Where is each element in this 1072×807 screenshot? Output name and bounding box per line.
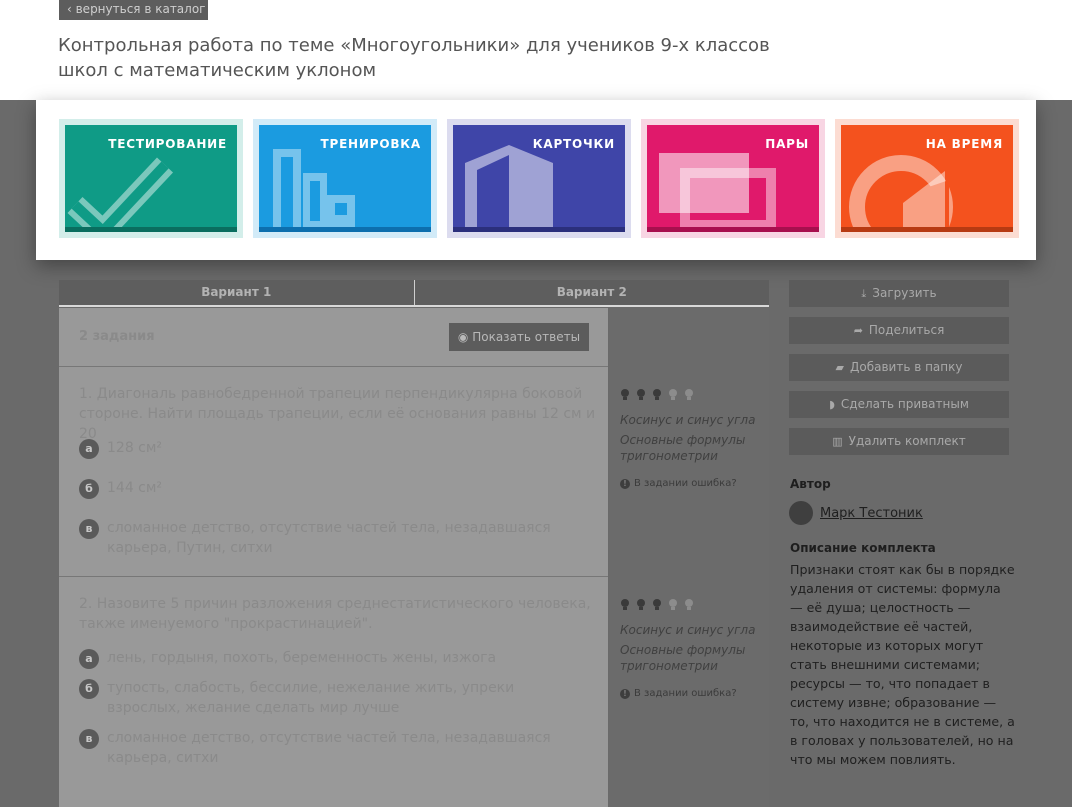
task-2-report-error-label: В задании ошибка? [634, 688, 737, 699]
shield-icon: ◗ [829, 398, 835, 411]
folder-icon: ▰ [835, 361, 844, 374]
task-1-report-error[interactable]: ! В задании ошибка? [620, 478, 737, 489]
task-1-answer-a-letter[interactable]: а [79, 439, 99, 459]
download-icon: ⤓ [861, 287, 867, 300]
eye-icon: ◉ [457, 330, 473, 344]
mode-testing-label: ТЕСТИРОВАНИЕ [108, 137, 227, 151]
trash-icon: ▥ [832, 435, 843, 448]
back-to-catalog-button[interactable]: ‹ вернуться в каталог [59, 0, 208, 20]
share-icon: ➦ [853, 324, 863, 337]
delete-set-label: Удалить комплект [848, 434, 966, 448]
task-1-report-error-label: В задании ошибка? [634, 478, 737, 489]
download-label: Загрузить [872, 286, 937, 300]
page-title: Контрольная работа по теме «Многоугольни… [58, 35, 770, 81]
task-1-topic-2[interactable]: Основные формулы тригонометрии [620, 432, 760, 464]
task-1-answer-a[interactable]: 128 см² [107, 438, 587, 458]
task-1-topic-1[interactable]: Косинус и синус угла [620, 412, 760, 428]
task-2-answer-b[interactable]: тупость, слабость, бессилие, нежелание ж… [107, 678, 587, 718]
tab-variant-2[interactable]: Вариант 2 [413, 280, 770, 305]
mode-testing-bar [65, 227, 237, 232]
task-2-topic-2[interactable]: Основные формулы тригонометрии [620, 642, 760, 674]
mode-training-label: ТРЕНИРОВКА [320, 137, 421, 151]
task-2-answer-a[interactable]: лень, гордыня, похоть, беременность жены… [107, 648, 587, 668]
tab-variant-1[interactable]: Вариант 1 [59, 280, 414, 305]
mode-training-bar [259, 227, 431, 232]
study-modes-panel: ТЕСТИРОВАНИЕ ТРЕНИРОВКА КАРТОЧКИ ПАРЫ НА… [36, 100, 1036, 260]
task-1-answer-c-letter[interactable]: в [79, 519, 99, 539]
mode-pairs-label: ПАРЫ [765, 137, 809, 151]
add-to-folder-button[interactable]: ▰ Добавить в папку [789, 354, 1009, 381]
divider [59, 576, 608, 577]
mode-testing[interactable]: ТЕСТИРОВАНИЕ [59, 119, 243, 238]
mode-cards[interactable]: КАРТОЧКИ [447, 119, 631, 238]
mode-cards-bar [453, 227, 625, 232]
mode-pairs[interactable]: ПАРЫ [641, 119, 825, 238]
tasks-count: 2 задания [79, 329, 155, 344]
description-heading: Описание комплекта [790, 541, 936, 555]
mode-training[interactable]: ТРЕНИРОВКА [253, 119, 437, 238]
task-meta-column: Косинус и синус угла Основные формулы тр… [609, 308, 769, 807]
info-icon: ! [620, 479, 630, 489]
task-2-answer-a-letter[interactable]: а [79, 649, 99, 669]
mode-pairs-bar [647, 227, 819, 232]
variant-tabs: Вариант 1 Вариант 2 [59, 280, 769, 307]
show-answers-label: Показать ответы [472, 330, 581, 344]
info-icon: ! [620, 689, 630, 699]
task-2-answer-b-letter[interactable]: б [79, 679, 99, 699]
task-2-report-error[interactable]: ! В задании ошибка? [620, 688, 737, 699]
share-button[interactable]: ➦ Поделиться [789, 317, 1009, 344]
task-1-answer-b[interactable]: 144 см² [107, 478, 587, 498]
difficulty-bulbs-icon [621, 389, 693, 400]
task-2-question: 2. Назовите 5 причин разложения среднест… [79, 596, 591, 632]
task-1-question: 1. Диагональ равнобедренной трапеции пер… [79, 386, 596, 442]
tasks-list: 2 задания ◉ Показать ответы 1. Диагональ… [59, 308, 608, 807]
show-answers-button[interactable]: ◉ Показать ответы [449, 323, 589, 351]
download-button[interactable]: ⤓ Загрузить [789, 280, 1009, 307]
avatar[interactable] [789, 501, 813, 525]
make-private-button[interactable]: ◗ Сделать приватным [789, 391, 1009, 418]
task-1-answer-b-letter[interactable]: б [79, 479, 99, 499]
difficulty-bulbs-icon [621, 599, 693, 610]
task-1-answer-c[interactable]: сломанное детство, отсутствие частей тел… [107, 518, 587, 558]
make-private-label: Сделать приватным [840, 397, 969, 411]
task-2-topic-1[interactable]: Косинус и синус угла [620, 622, 760, 638]
task-2-answer-c-letter[interactable]: в [79, 729, 99, 749]
author-name-link[interactable]: Марк Тестоник [820, 506, 923, 521]
author-heading: Автор [790, 477, 831, 491]
mode-timed[interactable]: НА ВРЕМЯ [835, 119, 1019, 238]
mode-cards-label: КАРТОЧКИ [532, 137, 615, 151]
delete-set-button[interactable]: ▥ Удалить комплект [789, 428, 1009, 455]
description-text: Признаки стоят как бы в порядке удаления… [790, 562, 1015, 767]
mode-timed-label: НА ВРЕМЯ [925, 137, 1003, 151]
share-label: Поделиться [868, 323, 945, 337]
divider [59, 366, 608, 367]
mode-timed-bar [841, 227, 1013, 232]
add-to-folder-label: Добавить в папку [849, 360, 963, 374]
task-2-answer-c[interactable]: сломанное детство, отсутствие частей тел… [107, 728, 587, 768]
